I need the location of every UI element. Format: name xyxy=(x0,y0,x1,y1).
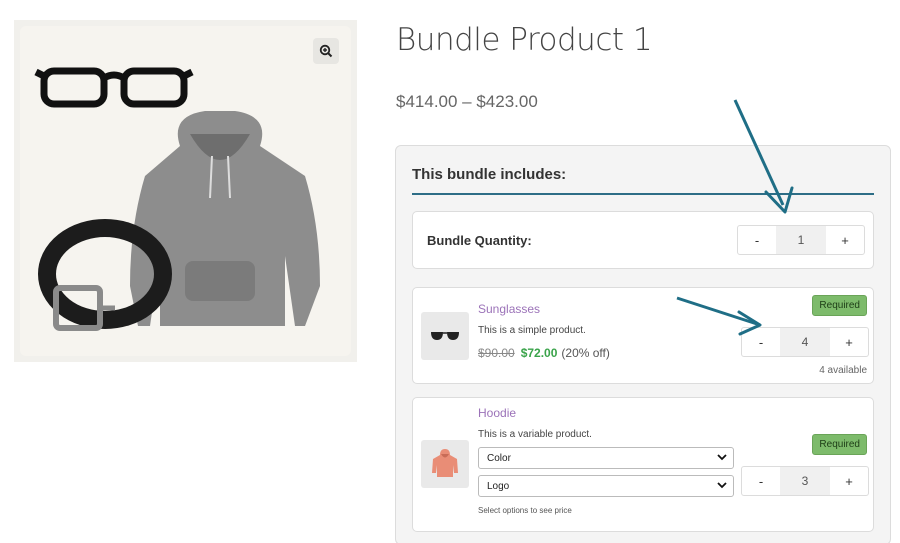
price-range: $414.00 – $423.00 xyxy=(396,92,538,111)
bundle-quantity-input[interactable]: 1 xyxy=(776,226,826,254)
bundle-quantity-card: Bundle Quantity: - 1 + xyxy=(412,211,874,269)
bundle-container: This bundle includes: Bundle Quantity: -… xyxy=(395,145,891,543)
chevron-down-icon xyxy=(717,482,727,489)
required-badge: Required xyxy=(812,295,867,316)
glasses-icon xyxy=(34,67,194,108)
color-select[interactable]: Color xyxy=(478,447,734,469)
bundle-quantity-stepper: - 1 + xyxy=(737,225,865,255)
item-name-link[interactable]: Hoodie xyxy=(478,406,516,420)
product-gallery xyxy=(14,20,357,362)
item-old-price: $90.00 xyxy=(478,346,515,360)
item-quantity-decrease-button[interactable]: - xyxy=(742,467,780,495)
bundle-item-sunglasses: Sunglasses This is a simple product. $90… xyxy=(412,287,874,384)
bundle-quantity-increase-button[interactable]: + xyxy=(826,226,864,254)
item-quantity-decrease-button[interactable]: - xyxy=(742,328,780,356)
item-description: This is a variable product. xyxy=(478,429,592,440)
item-quantity-stepper: - 3 + xyxy=(741,466,869,496)
item-quantity-increase-button[interactable]: + xyxy=(830,328,868,356)
product-image[interactable] xyxy=(20,26,351,356)
product-illustration xyxy=(34,67,320,331)
item-quantity-increase-button[interactable]: + xyxy=(830,467,868,495)
sunglasses-icon xyxy=(431,332,459,340)
item-name-link[interactable]: Sunglasses xyxy=(478,302,540,316)
bundle-quantity-decrease-button[interactable]: - xyxy=(738,226,776,254)
product-page: Bundle Product 1 $414.00 – $423.00 This … xyxy=(0,0,900,543)
select-options-hint: Select options to see price xyxy=(478,506,572,515)
hoodie-thumbnail[interactable] xyxy=(421,440,469,488)
sunglasses-thumbnail[interactable] xyxy=(421,312,469,360)
logo-select-value: Logo xyxy=(487,481,510,492)
item-price: $90.00 $72.00 (20% off) xyxy=(478,346,610,360)
logo-select[interactable]: Logo xyxy=(478,475,734,497)
item-description: This is a simple product. xyxy=(478,325,586,336)
bundle-quantity-label: Bundle Quantity: xyxy=(427,233,532,248)
item-discount: (20% off) xyxy=(561,346,610,360)
product-title: Bundle Product 1 xyxy=(396,22,653,58)
item-sale-price: $72.00 xyxy=(520,346,558,360)
item-availability: 4 available xyxy=(819,365,867,376)
chevron-down-icon xyxy=(717,454,727,461)
bundle-heading: This bundle includes: xyxy=(412,166,567,183)
required-badge: Required xyxy=(812,434,867,455)
item-quantity-input[interactable]: 3 xyxy=(780,467,830,495)
zoom-button[interactable] xyxy=(313,38,339,64)
bundle-divider xyxy=(412,193,874,195)
hoodie-icon xyxy=(432,449,458,477)
bundle-item-hoodie: Hoodie This is a variable product. Color… xyxy=(412,397,874,532)
color-select-value: Color xyxy=(487,453,511,464)
zoom-in-icon xyxy=(319,44,333,58)
item-quantity-stepper: - 4 + xyxy=(741,327,869,357)
item-quantity-input[interactable]: 4 xyxy=(780,328,830,356)
